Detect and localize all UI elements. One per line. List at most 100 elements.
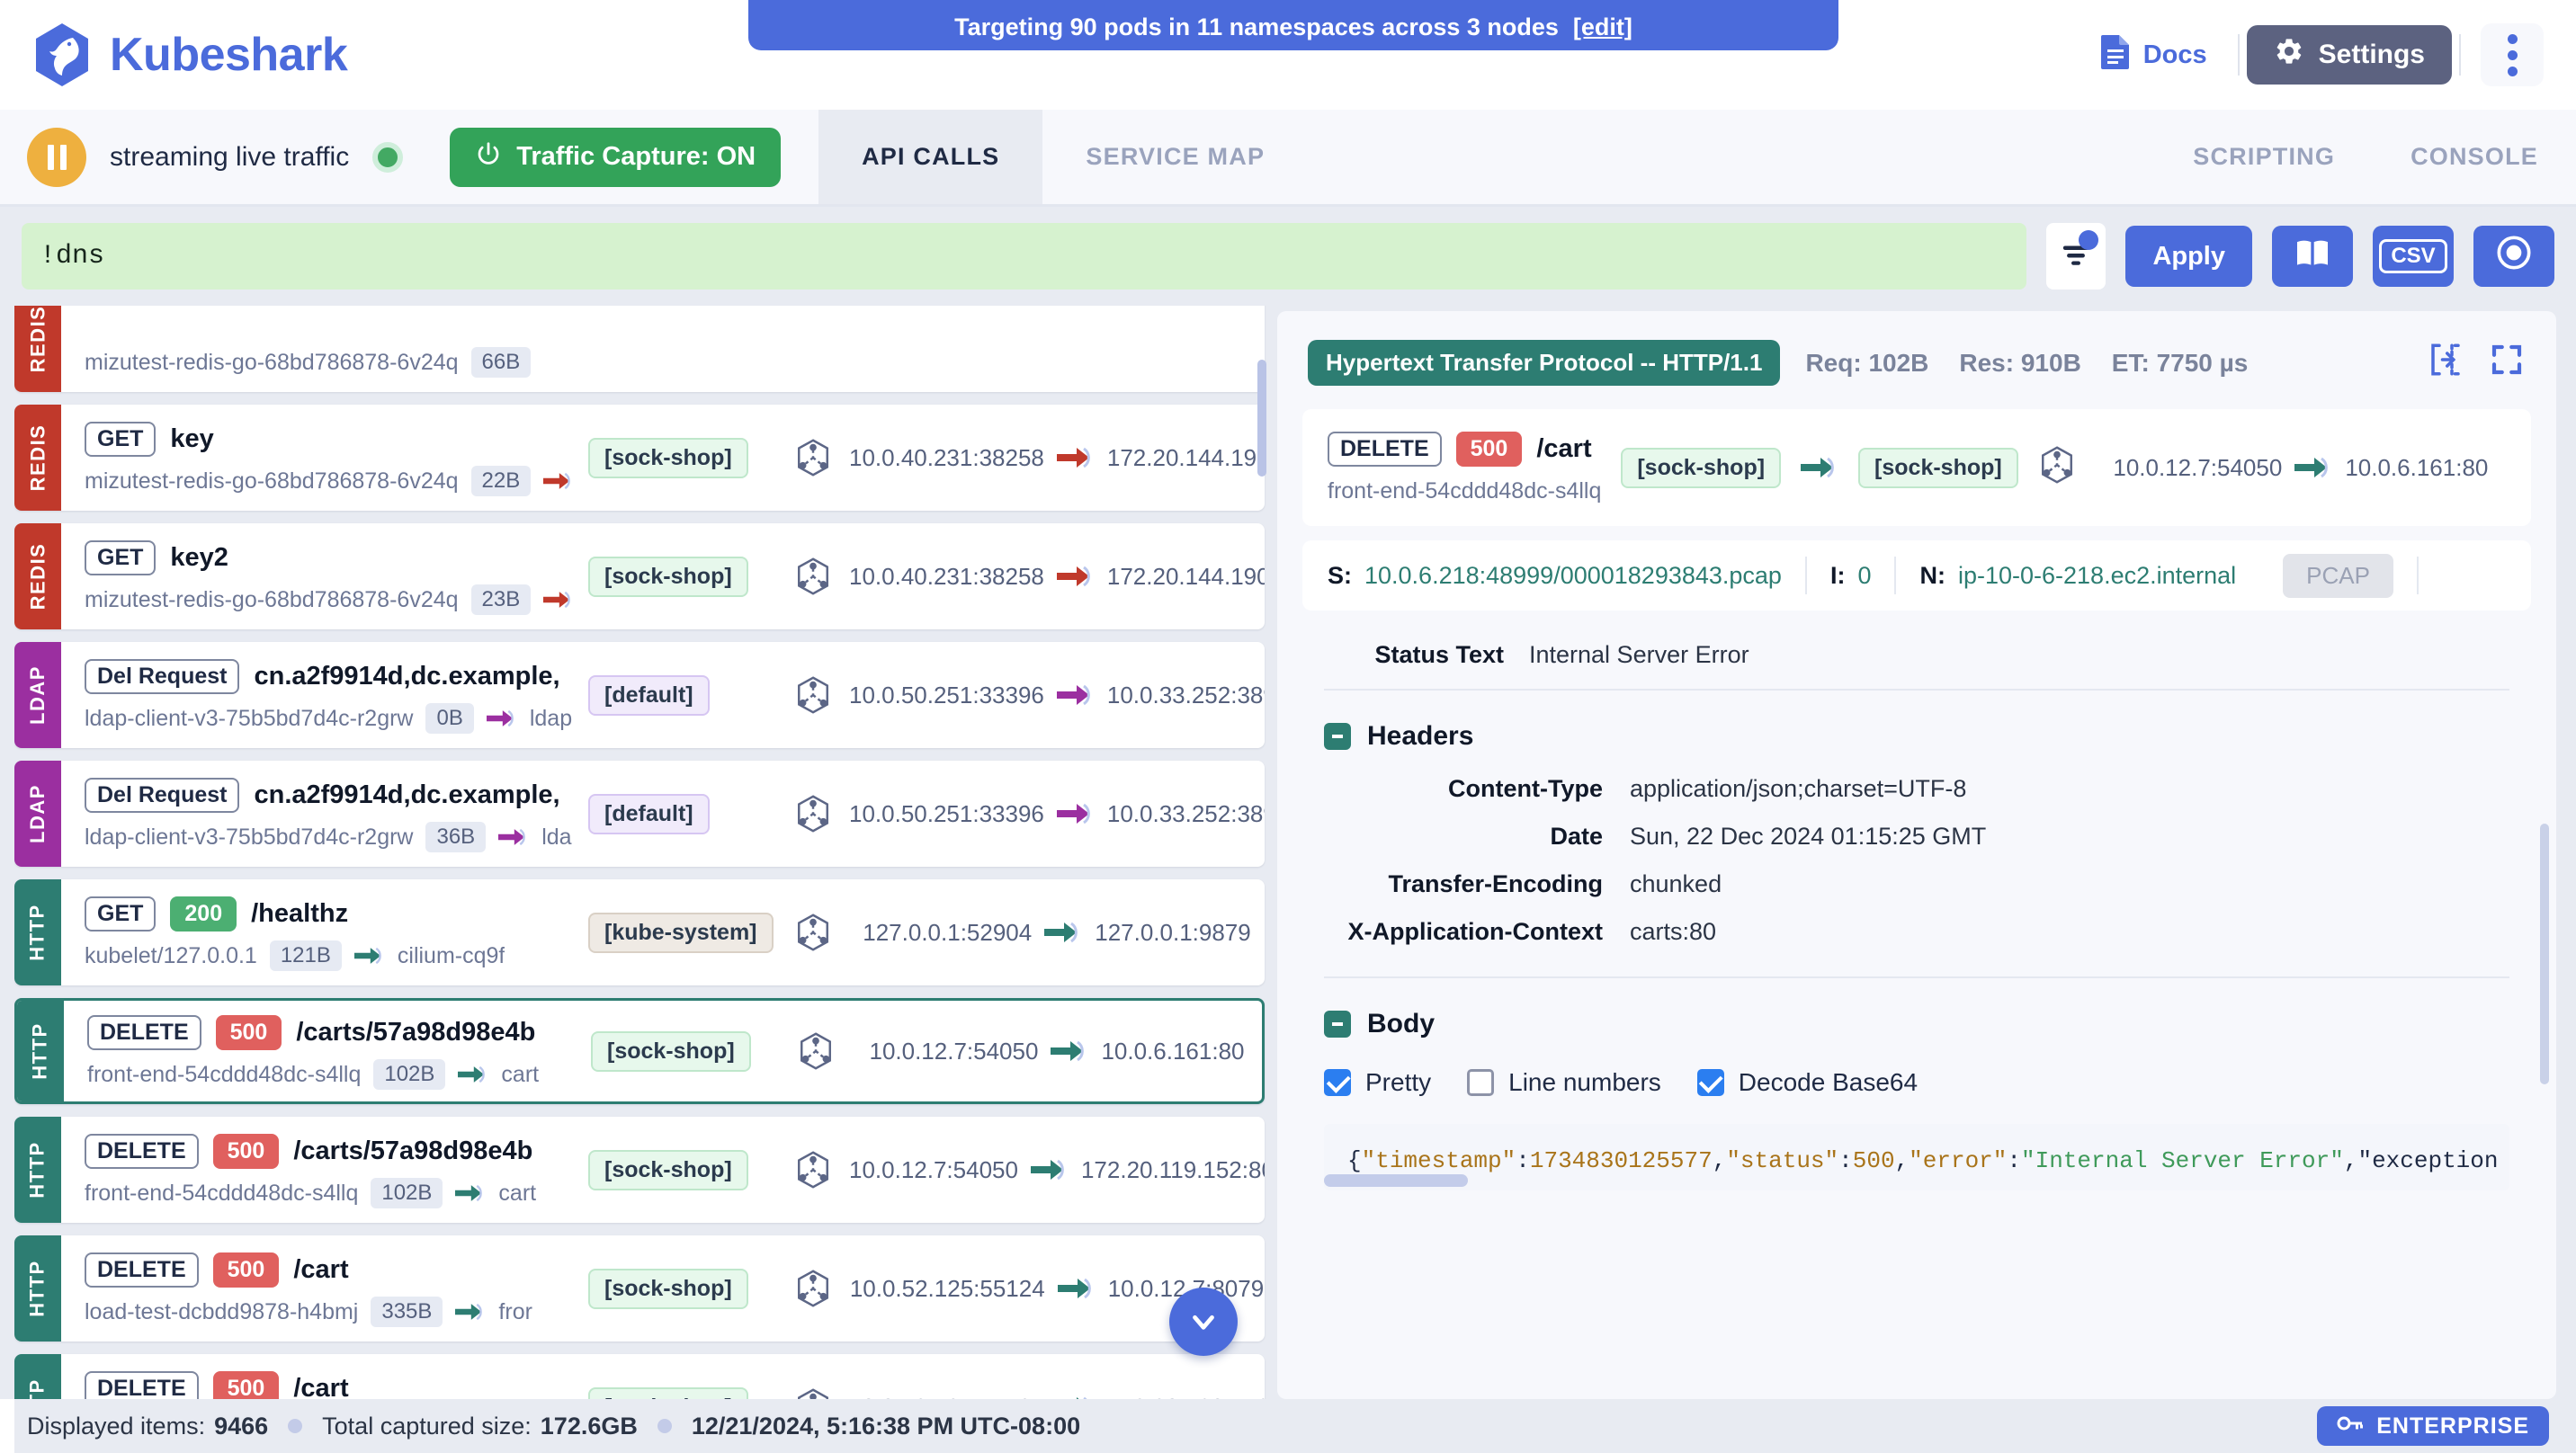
traffic-capture-toggle[interactable]: Traffic Capture: ON [450, 128, 781, 187]
checkbox-icon[interactable] [1324, 1069, 1351, 1096]
list-item[interactable]: HTTP DELETE 500 /carts/57a98d98e4b front… [14, 998, 1265, 1104]
arrow-right-icon [1058, 1277, 1096, 1300]
targeting-edit-link[interactable]: [edit] [1573, 13, 1632, 41]
entry-method: Del Request [85, 659, 239, 694]
scroll-to-bottom-button[interactable] [1169, 1288, 1238, 1356]
key-icon [2337, 1413, 2364, 1440]
detail-index-value: 0 [1857, 562, 1871, 590]
targeting-banner: Targeting 90 pods in 11 namespaces acros… [748, 0, 1838, 50]
body-option-label: Line numbers [1508, 1068, 1661, 1097]
entry-addresses: 10.0.50.251:33396 10.0.33.252:389 [849, 682, 1265, 709]
detail-pod-name: front-end-54cddd48dc-s4llq [1328, 478, 1601, 504]
entry-addresses: 10.0.12.7:54050 172.20.119.152:80 [849, 1156, 1265, 1184]
entry-row-primary: GET key [85, 415, 588, 462]
tab-scripting[interactable]: SCRIPTING [2155, 110, 2373, 204]
open-in-new-pane-icon[interactable] [2427, 341, 2464, 385]
fullscreen-icon[interactable] [2488, 341, 2526, 385]
header-key: Date [1324, 823, 1603, 851]
entry-row-primary: DELETE 500 /cart [85, 1246, 588, 1293]
checkbox-icon[interactable] [1467, 1069, 1494, 1096]
entry-namespace-col: [default] [588, 675, 777, 716]
entry-namespace: [default] [588, 675, 710, 716]
body-option-pretty[interactable]: Pretty [1324, 1068, 1431, 1097]
protocol-strip: REDIS [14, 405, 61, 511]
entry-size: 23B [471, 584, 532, 615]
filter-query-input[interactable]: !dns [22, 223, 2026, 290]
entry-body: GET 200 /healthz kubelet/127.0.0.1 121B … [61, 879, 1265, 985]
captured-size-value: 172.6GB [541, 1413, 638, 1440]
arrow-right-icon [543, 590, 574, 610]
displayed-items-value: 9466 [214, 1413, 268, 1440]
detail-namespace-dest: [sock-shop] [1858, 448, 2018, 488]
tab-api-calls[interactable]: API CALLS [818, 110, 1042, 204]
filter-docs-button[interactable] [2272, 226, 2353, 287]
entry-src-address: 10.0.52.125:55124 [850, 1275, 1045, 1303]
list-item[interactable]: REDIS GET key mizutest-redis-go-68bd7868… [14, 405, 1265, 511]
entry-size: 22B [471, 466, 532, 496]
entry-body: DELETE 500 /cart load-test-dcbdd9878-h4b… [61, 1354, 1265, 1399]
list-item[interactable]: REDIS GET key2 mizutest-redis-go-68bd786… [14, 523, 1265, 629]
entry-row-primary: DELETE 500 /carts/57a98d98e4b [87, 1009, 591, 1056]
list-item[interactable]: LDAP Del Request cn.a2f9914d,dc.example,… [14, 642, 1265, 748]
entry-row-secondary: ldap-client-v3-75b5bd7d4c-r2grw 36B lda [85, 818, 588, 856]
entry-dest-short: ldap [530, 706, 572, 732]
collapse-icon[interactable] [1324, 1011, 1351, 1038]
body-option-decode-base64[interactable]: Decode Base64 [1697, 1068, 1918, 1097]
collapse-icon[interactable] [1324, 723, 1351, 750]
list-item[interactable]: HTTP DELETE 500 /cart load-test-dcbdd987… [14, 1354, 1265, 1399]
docs-button[interactable]: Docs [2077, 33, 2231, 76]
entry-status-code: 200 [170, 896, 237, 932]
cube-icon [2038, 444, 2076, 492]
entry-method: DELETE [85, 1252, 199, 1288]
tab-service-map[interactable]: SERVICE MAP [1042, 110, 1308, 204]
list-item[interactable]: REDIS mizutest-redis-go-68bd786878-6v24q… [14, 306, 1265, 392]
nav-left-controls: streaming live traffic Traffic Capture: … [0, 110, 781, 204]
export-csv-button[interactable]: CSV [2373, 226, 2454, 287]
enterprise-badge[interactable]: ENTERPRISE [2317, 1406, 2549, 1446]
entry-pod-name: mizutest-redis-go-68bd786878-6v24q [85, 468, 459, 495]
detail-node-value[interactable]: ip-10-0-6-218.ec2.internal [1958, 562, 2236, 590]
apply-filter-button[interactable]: Apply [2125, 226, 2252, 287]
body-option-label: Pretty [1365, 1068, 1431, 1097]
filter-query-value: !dns [40, 241, 104, 272]
body-option-line-numbers[interactable]: Line numbers [1467, 1068, 1661, 1097]
body-horizontal-scrollbar[interactable] [1324, 1174, 1468, 1187]
list-item[interactable]: HTTP GET 200 /healthz kubelet/127.0.0.1 … [14, 879, 1265, 985]
list-item[interactable]: HTTP DELETE 500 /carts/57a98d98e4b front… [14, 1117, 1265, 1223]
more-options-icon[interactable] [2481, 23, 2544, 86]
entry-size: 66B [471, 347, 532, 378]
detail-source-value[interactable]: 10.0.6.218:48999/000018293843.pcap [1364, 562, 1782, 590]
entry-namespace: [kube-system] [588, 913, 774, 953]
list-item[interactable]: HTTP DELETE 500 /cart load-test-dcbdd987… [14, 1235, 1265, 1342]
entry-dest-short: lda [541, 825, 571, 851]
brand-logo[interactable]: Kubeshark [32, 22, 347, 88]
detail-vertical-scrollbar[interactable] [2540, 824, 2549, 1084]
body-title-label: Body [1367, 1009, 1435, 1039]
status-bar-edge [0, 1399, 14, 1453]
body-content-box[interactable]: {"timestamp":1734830125577,"status":500,… [1324, 1124, 2509, 1190]
detail-entry-row: DELETE 500 /cart front-end-54cddd48dc-s4… [1328, 425, 2506, 510]
entries-list[interactable]: REDIS mizutest-redis-go-68bd786878-6v24q… [14, 306, 1277, 1399]
entry-row-secondary: front-end-54cddd48dc-s4llq 102B cart [87, 1056, 591, 1093]
entry-method: GET [85, 896, 156, 932]
entry-addresses: 10.0.40.231:38258 172.20.144.190:6379 [849, 444, 1265, 472]
entry-row-primary [85, 306, 588, 343]
header-row: Content-Type application/json;charset=UT… [1324, 775, 2509, 803]
record-button[interactable] [2473, 226, 2554, 287]
pcap-download-button[interactable]: PCAP [2283, 554, 2393, 598]
entries-scrollbar[interactable] [1257, 360, 1266, 477]
header-value: Sun, 22 Dec 2024 01:15:25 GMT [1630, 823, 1986, 851]
settings-button[interactable]: Settings [2247, 25, 2452, 85]
detail-namespace-source: [sock-shop] [1621, 448, 1781, 488]
tab-console[interactable]: CONSOLE [2373, 110, 2576, 204]
protocol-strip: LDAP [14, 761, 61, 867]
main-content: REDIS mizutest-redis-go-68bd786878-6v24q… [0, 306, 2576, 1399]
pause-stream-button[interactable] [27, 128, 86, 187]
checkbox-icon[interactable] [1697, 1069, 1724, 1096]
list-item[interactable]: LDAP Del Request cn.a2f9914d,dc.example,… [14, 761, 1265, 867]
entry-method: Del Request [85, 778, 239, 813]
filter-settings-button[interactable] [2046, 223, 2106, 290]
entry-namespace-col: [sock-shop] [588, 557, 777, 597]
entry-summary: /cart [293, 1255, 348, 1285]
entry-addresses: 10.0.12.7:54050 10.0.6.161:80 [852, 1038, 1262, 1065]
